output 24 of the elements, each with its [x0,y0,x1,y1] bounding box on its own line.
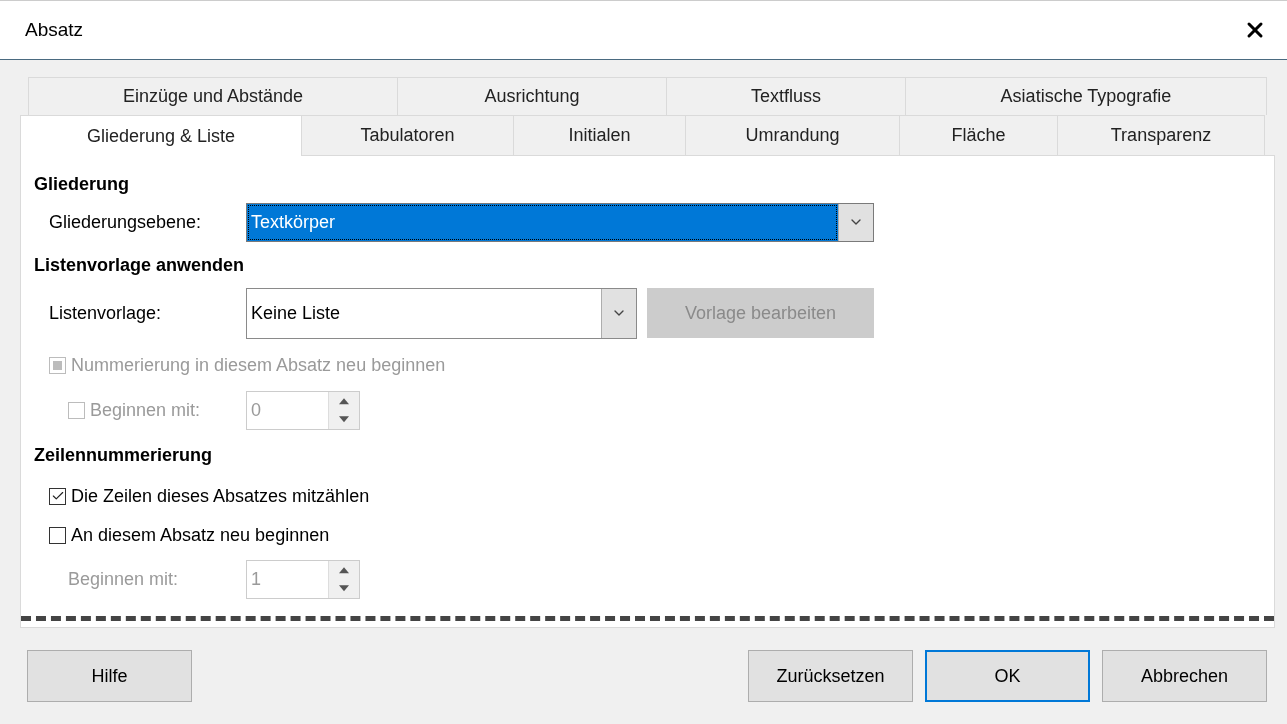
field-label: Gliederungsebene: [49,211,203,233]
field-label: Listenvorlage: [49,302,163,324]
checkbox-label: Beginnen mit: [90,399,201,421]
field-label: Beginnen mit: [68,568,180,590]
tab[interactable]: Asiatische Typografie [905,77,1267,115]
dialog-button[interactable]: Zurücksetzen [748,650,913,702]
checkbox[interactable] [49,526,66,544]
checkbox-label: Nummerierung in diesem Absatz neu beginnen [71,354,446,376]
tab[interactable]: Einzüge und Abstände [28,77,398,115]
tab[interactable]: Gliederung & Liste [20,115,302,156]
checkbox[interactable] [49,487,66,505]
window-title: Absatz [25,19,84,41]
check-icon [50,489,65,503]
dropdown[interactable]: Textkörper [246,202,874,242]
dialog-button[interactable]: OK [925,650,1090,702]
dropdown[interactable]: Keine Liste [246,287,637,339]
section-heading: Zeilennummerierung [34,443,214,467]
section-heading: Listenvorlage anwenden [34,253,246,277]
tab[interactable]: Transparenz [1057,115,1265,155]
section-heading: Gliederung [34,172,130,196]
dialog-button[interactable]: Hilfe [27,650,192,702]
checkbox-label: An diesem Absatz neu beginnen [71,524,330,546]
dialog-button[interactable]: Abbrechen [1102,650,1267,702]
checkbox-label: Die Zeilen dieses Absatzes mitzählen [71,485,370,507]
